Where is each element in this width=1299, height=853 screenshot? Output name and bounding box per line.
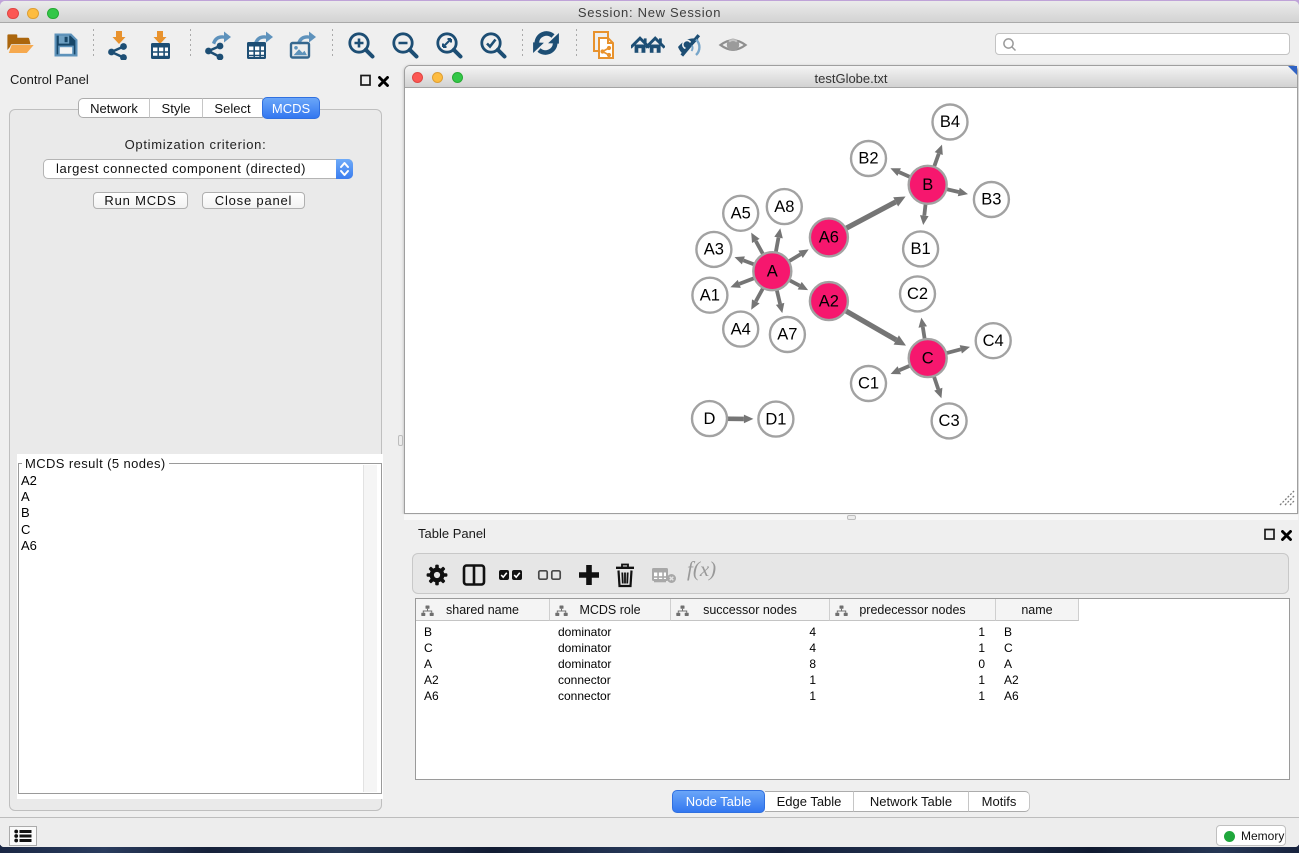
svg-text:A1: A1 (700, 286, 720, 304)
svg-text:D: D (704, 410, 716, 428)
svg-text:A2: A2 (819, 292, 839, 310)
svg-text:C2: C2 (907, 285, 928, 303)
svg-text:A4: A4 (731, 320, 751, 338)
svg-text:B4: B4 (940, 113, 960, 131)
svg-text:D1: D1 (765, 410, 786, 428)
svg-text:B1: B1 (911, 240, 931, 258)
svg-text:A6: A6 (819, 229, 839, 247)
svg-text:C4: C4 (983, 332, 1004, 350)
svg-text:C3: C3 (939, 412, 960, 430)
svg-text:C: C (922, 349, 934, 367)
svg-text:A7: A7 (777, 326, 797, 344)
svg-text:A: A (767, 262, 778, 280)
svg-text:A8: A8 (774, 198, 794, 216)
svg-text:B3: B3 (981, 191, 1001, 209)
svg-text:C1: C1 (858, 375, 879, 393)
svg-text:B2: B2 (858, 150, 878, 168)
svg-text:A3: A3 (704, 241, 724, 259)
svg-text:A5: A5 (731, 205, 751, 223)
svg-text:B: B (922, 176, 933, 194)
